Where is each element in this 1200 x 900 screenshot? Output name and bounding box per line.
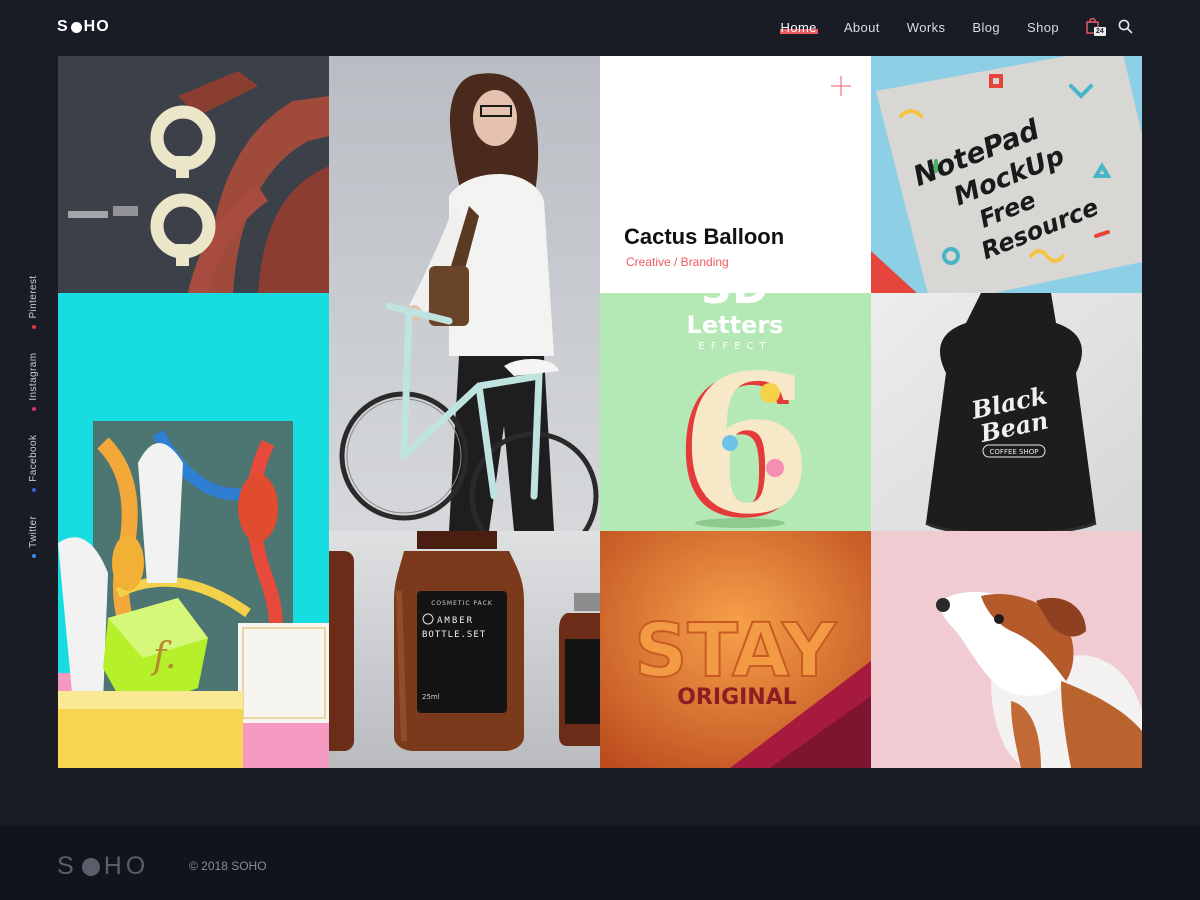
dog-photo — [871, 531, 1142, 768]
nav-item-home[interactable]: Home — [779, 20, 819, 35]
stay-word: STAY — [634, 608, 837, 694]
social-label: Twitter — [28, 515, 39, 548]
social-bullet — [31, 324, 36, 329]
portfolio-item-dog[interactable] — [871, 531, 1142, 768]
notepad-artwork: NotePad MockUp Free Resource — [871, 56, 1142, 293]
portfolio-item-bike-girl[interactable] — [329, 56, 600, 531]
social-link-twitter[interactable]: Twitter — [28, 516, 39, 558]
site-footer: S HO © 2018 SOHO — [0, 826, 1200, 900]
apron-sub: COFFEE SHOP — [990, 448, 1039, 456]
portfolio-grid: Cactus Balloon Creative / Branding NoteP… — [58, 56, 1142, 768]
logo-dot — [70, 21, 82, 33]
bottle-name-1: AMBER — [437, 616, 474, 626]
portfolio-item-notepad[interactable]: NotePad MockUp Free Resource — [871, 56, 1142, 293]
footer-logo-left: S — [57, 852, 78, 880]
brand-mark: f. — [150, 636, 176, 677]
main-nav: Home About Works Blog Shop 24 — [754, 18, 1134, 36]
social-link-facebook[interactable]: Facebook — [28, 435, 39, 492]
social-label: Pinterest — [28, 275, 39, 319]
site-logo[interactable]: S HO — [57, 18, 110, 36]
portfolio-item-apron[interactable]: Black Bean COFFEE SHOP — [871, 293, 1142, 531]
copyright-text: © 2018 SOHO — [189, 859, 267, 873]
bike-girl-photo — [329, 56, 600, 531]
bottle-name-2: BOTTLE.SET — [422, 630, 486, 640]
footer-logo[interactable]: S HO — [57, 852, 149, 881]
logo-text-right: HO — [83, 18, 110, 35]
nav-item-about[interactable]: About — [844, 20, 880, 35]
social-link-pinterest[interactable]: Pinterest — [28, 275, 39, 329]
expand-plus-icon[interactable] — [831, 76, 851, 96]
letters-digit: 6 — [680, 333, 812, 531]
amber-bottles-artwork: COSMETIC PACK AMBER BOTTLE.SET 25ml — [329, 531, 600, 768]
nav-item-works[interactable]: Works — [907, 20, 946, 35]
logo-text-left: S — [57, 18, 69, 35]
social-label: Instagram — [28, 352, 39, 401]
bottle-pack: COSMETIC PACK — [431, 600, 493, 607]
portfolio-item-stay-original[interactable]: STAY ORIGINAL — [600, 531, 871, 768]
letters-artwork: 3D Letters EFFECT 6 6 — [600, 293, 871, 531]
cart-count-badge: 24 — [1094, 27, 1106, 36]
apron-artwork: Black Bean COFFEE SHOP — [871, 293, 1142, 531]
social-link-instagram[interactable]: Instagram — [28, 353, 39, 411]
portfolio-item-shopping-bags[interactable]: f. — [58, 293, 329, 768]
footer-logo-right: HO — [103, 852, 150, 880]
social-links: Twitter Facebook Instagram Pinterest — [8, 268, 48, 558]
q-letters-artwork — [58, 56, 329, 293]
social-bullet — [31, 487, 36, 492]
nav-item-blog[interactable]: Blog — [972, 20, 1000, 35]
portfolio-item-amber-bottles[interactable]: COSMETIC PACK AMBER BOTTLE.SET 25ml — [329, 531, 600, 768]
stay-original-artwork: STAY ORIGINAL — [600, 531, 871, 768]
nav-item-shop[interactable]: Shop — [1027, 20, 1059, 35]
portfolio-item-3d-letters[interactable]: 3D Letters EFFECT 6 6 — [600, 293, 871, 531]
shopping-bags-artwork: f. — [58, 293, 329, 768]
stay-sub: ORIGINAL — [677, 685, 797, 710]
social-bullet — [31, 406, 36, 411]
portfolio-item-q-letters[interactable] — [58, 56, 329, 293]
social-bullet — [31, 554, 36, 558]
search-button[interactable] — [1118, 19, 1134, 35]
featured-title: Cactus Balloon — [624, 224, 785, 249]
cart-button[interactable]: 24 — [1086, 18, 1106, 36]
search-icon — [1118, 19, 1133, 34]
footer-logo-dot — [81, 857, 100, 876]
social-label: Facebook — [28, 434, 39, 482]
portfolio-item-featured[interactable]: Cactus Balloon Creative / Branding — [600, 56, 871, 293]
bottle-volume: 25ml — [422, 693, 440, 701]
featured-category[interactable]: Creative / Branding — [626, 255, 729, 269]
